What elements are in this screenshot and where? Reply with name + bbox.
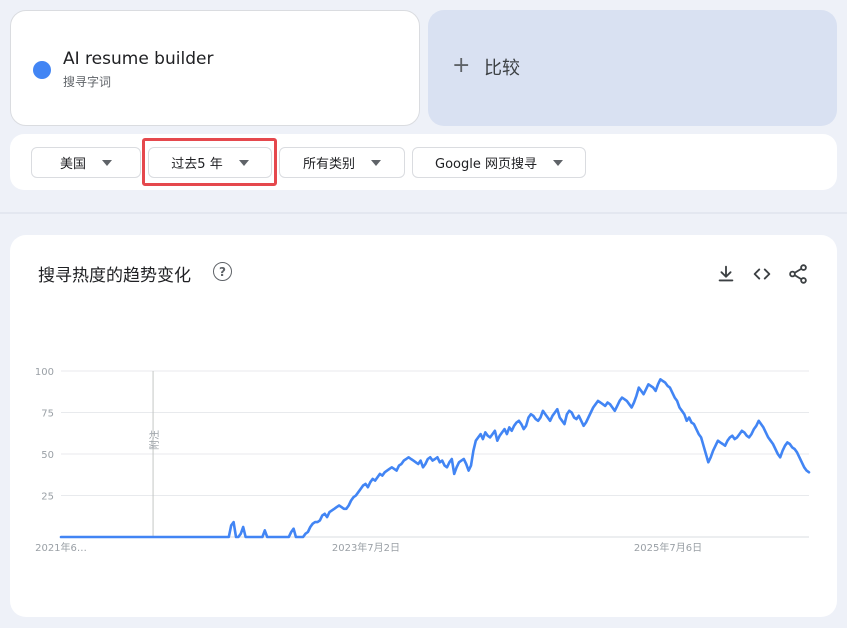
x-tick-label: 2025年7月6日 — [634, 541, 702, 554]
caret-down-icon — [552, 159, 563, 166]
series-line-0[interactable] — [59, 378, 811, 539]
y-tick-label: 25 — [41, 492, 54, 503]
search-type-filter[interactable]: Google 网页搜寻 — [412, 147, 586, 178]
filter-bar: 美国 过去5 年 所有类别 Google 网页搜寻 — [10, 134, 837, 190]
category-filter-label: 所有类别 — [302, 157, 355, 172]
y-tick-label: 50 — [41, 450, 54, 461]
x-tick-label: 2021年6… — [35, 541, 87, 554]
y-tick-label: 100 — [35, 367, 54, 378]
time-range-filter-label: 过去5 年 — [171, 157, 223, 172]
search-type-filter-label: Google 网页搜寻 — [435, 157, 537, 172]
x-tick-label: 2023年7月2日 — [332, 541, 400, 554]
y-tick-label: 75 — [41, 409, 54, 420]
caret-down-icon — [371, 159, 381, 166]
trend-chart: 25 50 75 100 2021年6… 2023年7月2日 2025年7月6日 附注 — [35, 367, 811, 554]
caret-down-icon — [102, 159, 112, 166]
section-divider — [0, 212, 847, 214]
series-color-dot — [33, 61, 51, 79]
category-filter[interactable]: 所有类别 — [279, 147, 405, 178]
search-term-title[interactable]: AI resume builder — [63, 49, 213, 69]
interest-over-time-card: 搜寻热度的趋势变化 ? 25 50 75 100 2021年6… 2023年7月2日 202… — [10, 235, 837, 617]
search-term-type: 搜寻字词 — [63, 75, 112, 89]
time-range-filter[interactable]: 过去5 年 — [148, 147, 272, 178]
search-term-card[interactable]: AI resume builder 搜寻字词 — [10, 10, 420, 126]
compare-button[interactable]: + 比较 — [428, 10, 837, 126]
plus-icon: + — [452, 53, 471, 78]
region-filter-label: 美国 — [59, 157, 86, 172]
annotation-label[interactable]: 附注 — [148, 430, 161, 450]
region-filter[interactable]: 美国 — [31, 147, 141, 178]
compare-label: 比较 — [484, 58, 520, 79]
caret-down-icon — [238, 159, 249, 166]
